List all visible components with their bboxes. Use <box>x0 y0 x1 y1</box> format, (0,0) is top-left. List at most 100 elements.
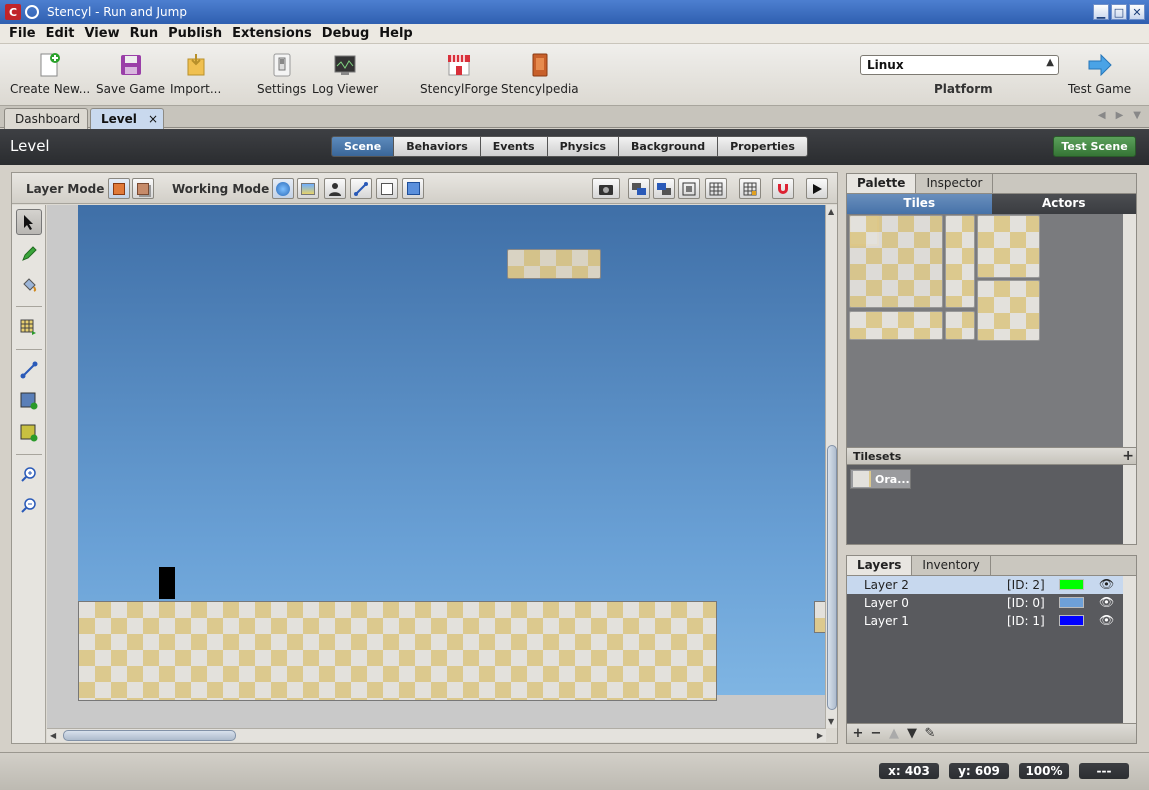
menu-publish[interactable]: Publish <box>168 26 222 41</box>
tile-item[interactable] <box>977 280 1040 341</box>
canvas-vertical-scrollbar[interactable]: ▲ ▼ <box>825 205 837 728</box>
screenshot-button[interactable] <box>592 178 620 199</box>
bucket-fill-tool[interactable] <box>16 272 42 298</box>
remove-layer-button[interactable]: − <box>868 726 884 742</box>
tab-next-icon[interactable]: ▶ <box>1116 110 1124 121</box>
tab-behaviors[interactable]: Behaviors <box>394 136 481 157</box>
tilesets-scrollbar[interactable] <box>1123 465 1136 544</box>
tab-list-icon[interactable]: ▼ <box>1133 110 1141 121</box>
close-button[interactable]: ✕ <box>1129 4 1145 20</box>
floating-platform-tiles[interactable] <box>507 249 601 279</box>
menu-extensions[interactable]: Extensions <box>232 26 312 41</box>
snap-magnet-button[interactable] <box>772 178 794 199</box>
palette-scrollbar[interactable] <box>1123 214 1136 447</box>
pencil-tool[interactable] <box>16 241 42 267</box>
menu-help[interactable]: Help <box>379 26 412 41</box>
layer-mode-single-button[interactable] <box>108 178 130 199</box>
maximize-button[interactable]: □ <box>1111 4 1127 20</box>
save-game-button[interactable]: Save Game <box>96 52 165 96</box>
tab-physics[interactable]: Physics <box>547 136 620 157</box>
move-layer-down-button[interactable]: ▼ <box>904 726 920 742</box>
tab-events[interactable]: Events <box>480 136 548 157</box>
import-button[interactable]: Import... <box>170 52 221 96</box>
tab-dashboard[interactable]: Dashboard <box>4 108 88 129</box>
working-mode-shape-button[interactable] <box>402 178 424 199</box>
menu-view[interactable]: View <box>84 26 119 41</box>
tab-actors[interactable]: Actors <box>991 194 1136 214</box>
tab-layers[interactable]: Layers <box>847 556 913 575</box>
tile-item[interactable] <box>945 215 975 308</box>
working-mode-terrain-button[interactable] <box>350 178 372 199</box>
scroll-right-icon[interactable]: ▶ <box>817 731 823 740</box>
visibility-eye-icon[interactable]: 👁 <box>1099 577 1114 591</box>
tab-inspector[interactable]: Inspector <box>916 174 994 193</box>
layer-row[interactable]: Layer 1 [ID: 1] 👁 <box>847 612 1123 630</box>
working-mode-actors-button[interactable] <box>324 178 346 199</box>
menu-debug[interactable]: Debug <box>322 26 369 41</box>
menu-edit[interactable]: Edit <box>46 26 75 41</box>
window-menu-icon[interactable] <box>25 5 39 19</box>
close-tab-icon[interactable]: × <box>148 112 158 126</box>
tab-level[interactable]: Level × <box>90 108 164 129</box>
pointer-tool[interactable] <box>16 209 42 235</box>
tile-grid-tool[interactable] <box>16 315 42 341</box>
settings-button[interactable]: Settings <box>257 52 306 96</box>
canvas-horizontal-scrollbar[interactable]: ◀ ▶ <box>47 728 826 742</box>
menu-file[interactable]: File <box>9 26 36 41</box>
working-mode-tiles-button[interactable] <box>297 178 319 199</box>
working-mode-all-button[interactable] <box>272 178 294 199</box>
add-layer-button[interactable]: + <box>850 726 866 742</box>
menu-run[interactable]: Run <box>130 26 159 41</box>
create-new-button[interactable]: Create New... <box>10 52 90 96</box>
zoom-out-tool[interactable] <box>16 492 42 518</box>
layer-color-swatch[interactable] <box>1059 597 1084 608</box>
terrain-tool[interactable] <box>16 420 42 446</box>
toggle-grid-button[interactable] <box>705 178 727 199</box>
stencylpedia-button[interactable]: Stencylpedia <box>501 52 579 96</box>
test-game-button[interactable]: Test Game <box>1068 52 1131 96</box>
minimize-button[interactable]: ▁ <box>1093 4 1109 20</box>
log-viewer-button[interactable]: Log Viewer <box>312 52 378 96</box>
platform-select[interactable]: Linux ▲ <box>860 55 1059 75</box>
tab-tiles[interactable]: Tiles <box>847 194 992 214</box>
tile-item[interactable] <box>849 215 943 308</box>
layer-mode-all-button[interactable] <box>132 178 154 199</box>
horizontal-scroll-thumb[interactable] <box>63 730 236 741</box>
tab-scene[interactable]: Scene <box>331 136 395 157</box>
layers-scrollbar[interactable] <box>1123 576 1136 723</box>
scene-canvas[interactable] <box>47 205 826 728</box>
line-tool[interactable] <box>16 357 42 383</box>
region-tool[interactable] <box>16 388 42 414</box>
tab-background[interactable]: Background <box>619 136 719 157</box>
zoom-in-tool[interactable] <box>16 461 42 487</box>
snap-grid-button[interactable] <box>739 178 761 199</box>
vertical-scroll-thumb[interactable] <box>827 445 837 710</box>
player-actor[interactable] <box>159 567 175 599</box>
scroll-up-icon[interactable]: ▲ <box>828 207 834 216</box>
visibility-eye-icon[interactable]: 👁 <box>1099 595 1114 609</box>
visibility-eye-icon[interactable]: 👁 <box>1099 613 1114 627</box>
working-mode-region-button[interactable] <box>376 178 398 199</box>
tab-inventory[interactable]: Inventory <box>912 556 991 575</box>
test-scene-button[interactable]: Test Scene <box>1053 136 1136 157</box>
bring-forward-button[interactable] <box>628 178 650 199</box>
layer-color-swatch[interactable] <box>1059 615 1084 626</box>
tileset-item[interactable]: Ora... <box>850 469 911 489</box>
move-layer-up-button[interactable]: ▲ <box>886 726 902 742</box>
tile-item[interactable] <box>849 311 943 340</box>
ground-tiles[interactable] <box>78 601 717 701</box>
add-tileset-button[interactable]: + <box>1122 448 1134 464</box>
tab-palette[interactable]: Palette <box>847 174 917 193</box>
send-backward-button[interactable] <box>653 178 675 199</box>
tile-item[interactable] <box>945 311 975 340</box>
tab-prev-icon[interactable]: ◀ <box>1098 110 1106 121</box>
layer-row[interactable]: Layer 2 [ID: 2] 👁 <box>847 576 1123 594</box>
toggle-bounds-button[interactable] <box>678 178 700 199</box>
edit-layer-button[interactable]: ✎ <box>922 726 938 742</box>
tile-item[interactable] <box>977 215 1040 278</box>
play-button[interactable] <box>806 178 828 199</box>
scroll-down-icon[interactable]: ▼ <box>828 717 834 726</box>
layer-color-swatch[interactable] <box>1059 579 1084 590</box>
scroll-left-icon[interactable]: ◀ <box>50 731 56 740</box>
layer-row[interactable]: Layer 0 [ID: 0] 👁 <box>847 594 1123 612</box>
